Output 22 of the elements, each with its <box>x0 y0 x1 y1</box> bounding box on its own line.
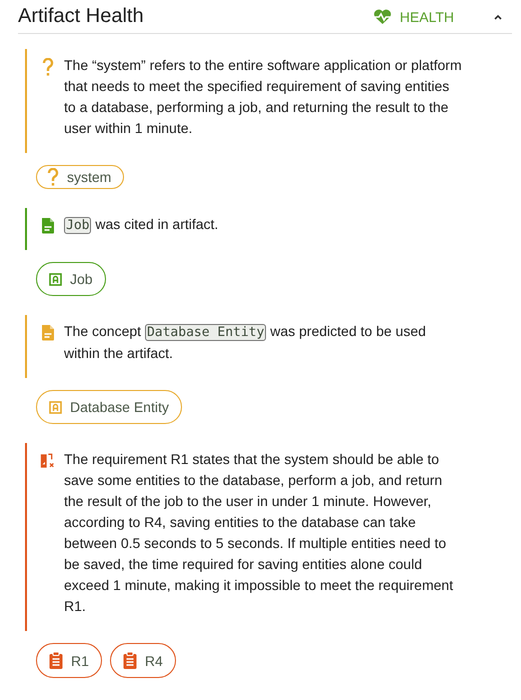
clipboard-icon <box>122 652 137 669</box>
health-label: HEALTH <box>400 8 454 24</box>
split-file-icon <box>40 452 55 470</box>
heart-pulse-icon <box>372 8 392 24</box>
tag-chip[interactable]: system <box>36 165 124 189</box>
tag-chip[interactable]: Job <box>36 262 106 296</box>
document-icon <box>40 324 54 341</box>
chevron-icon <box>493 12 503 20</box>
insight-message: The requirement R1 states that the system should be able to save some entities to the database, perform a job, and return the result of the job to the user in under 1 minute. However, according to R4, saving entities to the database can take between 0.5 seconds to 5 seconds. If multiple entities need to be saved, the time required for saving entities alone could exceed 1 minute, making it impossible to meet the requirement R1. <box>64 450 454 616</box>
question-icon <box>42 58 54 76</box>
insight-message: Job was cited in artifact. <box>64 215 218 236</box>
tag-chip[interactable]: R1 <box>36 643 102 678</box>
tag-chip[interactable]: R4 <box>110 643 176 678</box>
question-icon <box>47 168 59 186</box>
insight-message: The “system” refers to the entire software application or platform that needs to meet the specified requirement of saving entities to a database, performing a job, and returning the result to the user within 1 minute. <box>64 56 463 138</box>
panel-title: Artifact Health <box>18 5 145 28</box>
insight-message: The concept Database Entity was predicted to be used within the artifact. <box>64 322 427 363</box>
tag-chip[interactable]: Database Entity <box>36 390 182 424</box>
clipboard-icon <box>49 652 63 669</box>
artifact-icon <box>49 400 62 414</box>
document-icon <box>40 217 54 234</box>
artifact-icon <box>49 272 62 286</box>
